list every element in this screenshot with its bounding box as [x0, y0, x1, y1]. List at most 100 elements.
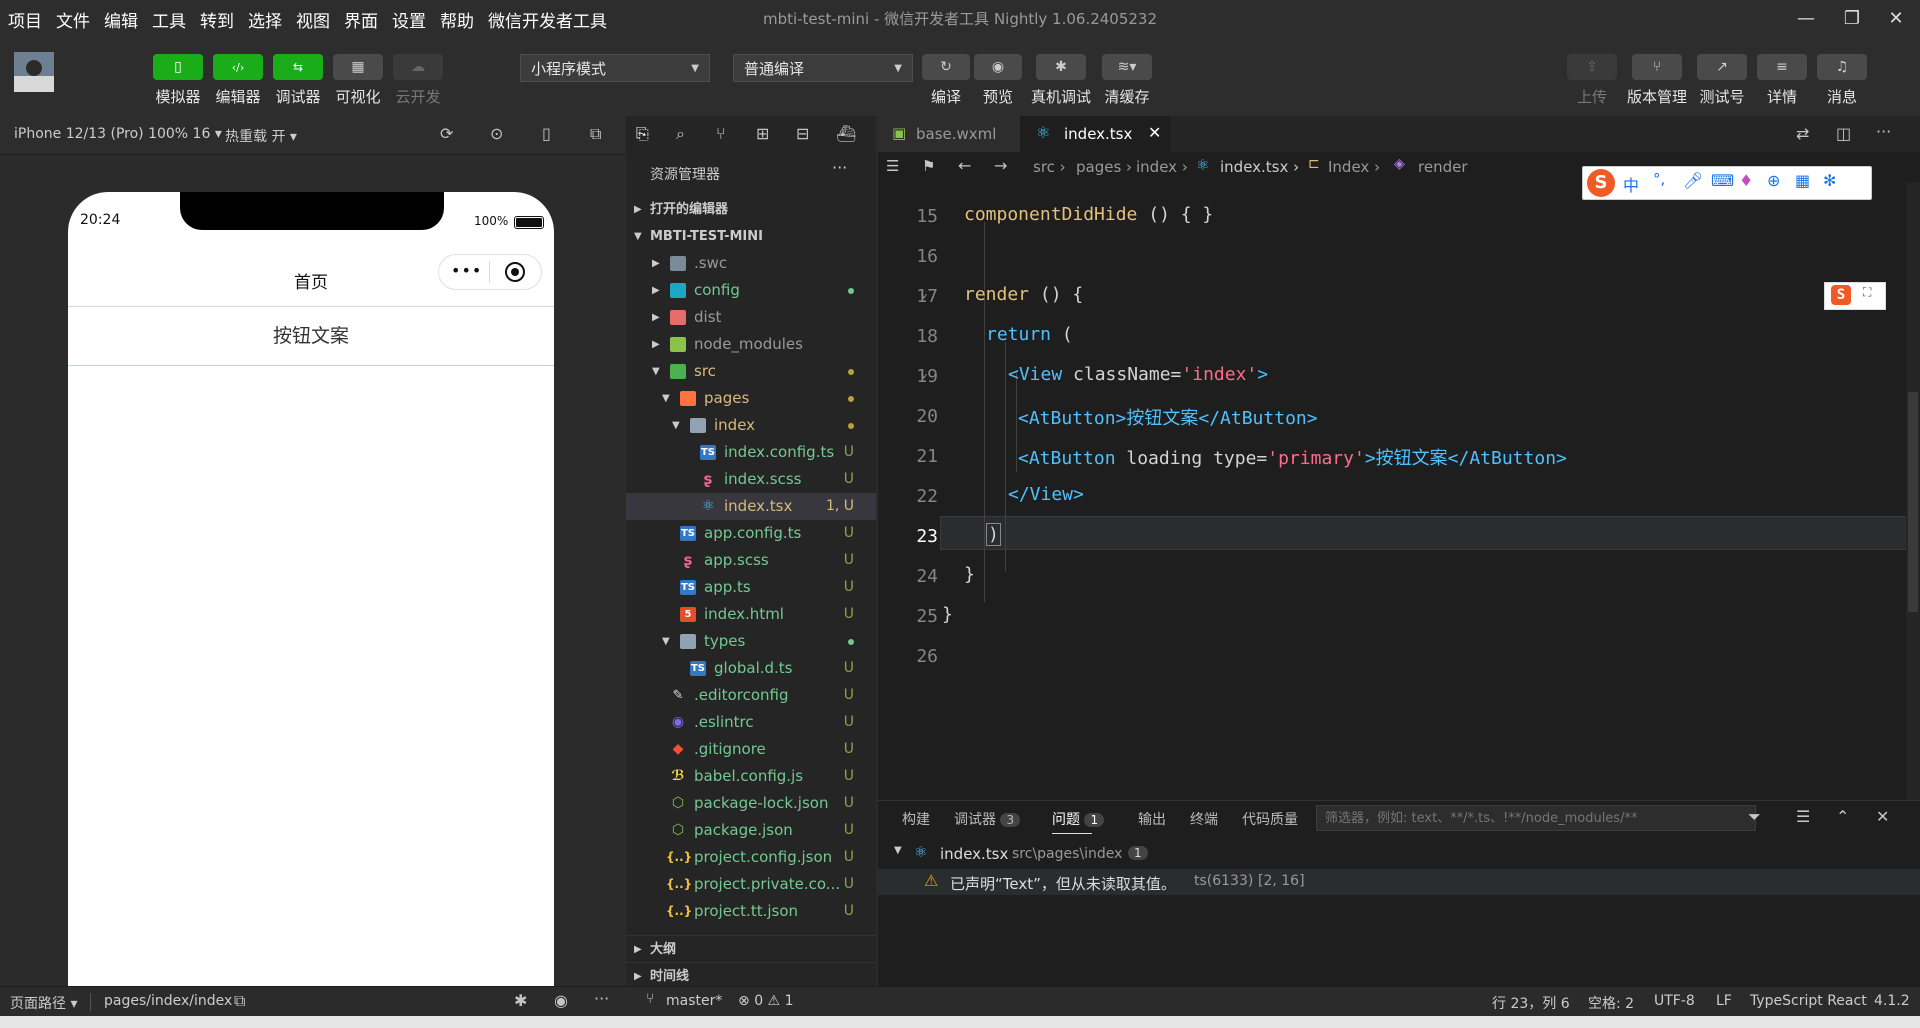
skin-icon[interactable]: ♦: [1739, 171, 1753, 190]
version-button[interactable]: ⑂: [1632, 54, 1682, 80]
tree-item-eslintrc[interactable]: ◉ .eslintrc U: [626, 709, 876, 736]
tree-item-pages[interactable]: ▼ pages: [626, 385, 876, 412]
visual-button[interactable]: ▦: [333, 54, 383, 80]
tree-item-index-folder[interactable]: ▼ index: [626, 412, 876, 439]
problem-row[interactable]: ⚠ 已声明“Text”，但从未读取其值。 ts(6133) [2, 16]: [878, 869, 1920, 895]
tree-item-index-scss[interactable]: ʂ index.scss U: [626, 466, 876, 493]
compile-select[interactable]: 普通编译 ▼: [733, 54, 913, 82]
menu-settings[interactable]: 设置: [392, 7, 426, 32]
tree-item-package-json[interactable]: ⬡ package.json U: [626, 817, 876, 844]
menu-devtools[interactable]: 微信开发者工具: [488, 7, 607, 32]
project-section[interactable]: ▼ MBTI-TEST-MINI: [626, 223, 876, 250]
tree-item-gitignore[interactable]: ◆ .gitignore U: [626, 736, 876, 763]
panel-tab-quality[interactable]: 代码质量: [1242, 809, 1298, 829]
avatar[interactable]: [14, 52, 54, 92]
copy-icon[interactable]: ⧉: [234, 991, 245, 1011]
outline-section[interactable]: ▶ 大纲: [626, 935, 876, 963]
problems-summary[interactable]: ⊗ 0 ⚠ 1: [738, 993, 793, 1009]
tree-item-config[interactable]: ▶ config: [626, 277, 876, 304]
tree-item-project-config[interactable]: {..} project.config.json U: [626, 844, 876, 871]
close-panel-icon[interactable]: ✕: [1876, 807, 1889, 826]
search-icon[interactable]: ⌕: [676, 124, 685, 144]
more-icon[interactable]: ···: [594, 989, 609, 1008]
tree-item-project-private[interactable]: {..} project.private.co... U: [626, 871, 876, 898]
test-button[interactable]: ↗: [1697, 54, 1747, 80]
capsule-menu[interactable]: •••: [438, 254, 542, 290]
menu-project[interactable]: 项目: [8, 7, 42, 32]
page-path-select[interactable]: 页面路径 ▾: [10, 993, 77, 1013]
cursor-position[interactable]: 行 23，列 6: [1492, 993, 1570, 1013]
code-editor[interactable]: 15 16 17 18 19 20 21 22 23 24 25 26 ⌄ ⌄ …: [878, 166, 1920, 800]
fold-chevron-icon[interactable]: ⌄: [920, 286, 928, 301]
tree-item-global-dts[interactable]: TS global.d.ts U: [626, 655, 876, 682]
tree-item-index-html[interactable]: 5 index.html U: [626, 601, 876, 628]
menu-tools[interactable]: 工具: [152, 7, 186, 32]
panel-tab-debugger[interactable]: 调试器 3: [954, 809, 1021, 829]
tree-item-index-config[interactable]: TS index.config.ts U: [626, 439, 876, 466]
crumb-pages[interactable]: pages ›: [1076, 158, 1132, 176]
collapse-all-icon[interactable]: ☰: [1796, 807, 1810, 826]
debugger-button[interactable]: ⇆: [273, 54, 323, 80]
filter-icon[interactable]: ⏷: [1748, 807, 1761, 827]
crumb-src[interactable]: src ›: [1033, 158, 1066, 176]
keyboard-icon[interactable]: ⌨: [1711, 171, 1734, 190]
detail-button[interactable]: ≡: [1757, 54, 1807, 80]
split-editor-icon[interactable]: ◫: [1836, 124, 1851, 143]
problem-file-row[interactable]: ▼ ⚛ index.tsx src\pages\index 1: [878, 843, 1920, 867]
more-icon[interactable]: ···: [1876, 122, 1891, 141]
language-mode[interactable]: TypeScript React: [1750, 993, 1867, 1009]
forward-icon[interactable]: →: [994, 156, 1007, 175]
preview-button[interactable]: ◉: [974, 54, 1022, 80]
settings-icon[interactable]: ✻: [1823, 171, 1836, 190]
menu-help[interactable]: 帮助: [440, 7, 474, 32]
open-editors-section[interactable]: ▶ 打开的编辑器: [626, 196, 876, 223]
hot-reload-select[interactable]: 热重载 开 ▾: [225, 126, 297, 146]
ts-version[interactable]: 4.1.2: [1874, 993, 1910, 1009]
maximize-icon[interactable]: ❐: [1832, 4, 1872, 34]
list-icon[interactable]: ☰: [886, 157, 899, 175]
menu-file[interactable]: 文件: [56, 7, 90, 32]
git-branch[interactable]: master*: [666, 993, 722, 1009]
tree-item-app-scss[interactable]: ʂ app.scss U: [626, 547, 876, 574]
back-icon[interactable]: ←: [958, 156, 971, 175]
end-of-line[interactable]: LF: [1716, 993, 1732, 1009]
minimize-icon[interactable]: —: [1786, 4, 1826, 34]
fold-chevron-icon[interactable]: ⌄: [920, 366, 928, 381]
tree-item-project-tt[interactable]: {..} project.tt.json U: [626, 898, 876, 925]
tree-item-app-config[interactable]: TS app.config.ts U: [626, 520, 876, 547]
tree-item-index-tsx[interactable]: ⚛ index.tsx 1, U: [626, 493, 876, 520]
punct-icon[interactable]: °,: [1653, 170, 1665, 188]
phone-icon[interactable]: ▯: [542, 124, 551, 143]
close-capsule-icon[interactable]: [505, 262, 525, 282]
ime-lang[interactable]: 中: [1623, 172, 1639, 196]
tree-item-types[interactable]: ▼ types: [626, 628, 876, 655]
tab-index-tsx[interactable]: ⚛ index.tsx ✕: [1020, 116, 1170, 152]
at-button[interactable]: 按钮文案: [68, 306, 554, 366]
docker-icon[interactable]: ⛴: [836, 124, 856, 143]
mic-icon[interactable]: 🎤︎: [1683, 171, 1703, 190]
tree-item-app-ts[interactable]: TS app.ts U: [626, 574, 876, 601]
eye-icon[interactable]: ◉: [554, 991, 568, 1010]
files-icon[interactable]: ⎘: [636, 124, 649, 144]
close-window-icon[interactable]: ✕: [1876, 4, 1916, 34]
crumb-class[interactable]: Index ›: [1328, 158, 1380, 176]
tab-base-wxml[interactable]: ▣ base.wxml: [878, 116, 1021, 152]
panel-tab-terminal[interactable]: 终端: [1190, 809, 1218, 829]
tree-item-dist[interactable]: ▶ dist: [626, 304, 876, 331]
panel-tab-problems[interactable]: 问题 1: [1052, 809, 1105, 829]
close-tab-icon[interactable]: ✕: [1148, 123, 1161, 142]
filter-input[interactable]: [1316, 805, 1756, 831]
detach-icon[interactable]: ⧉: [590, 124, 601, 144]
device-select[interactable]: iPhone 12/13 (Pro) 100% 16 ▾: [14, 126, 222, 142]
scrollbar-thumb[interactable]: [1908, 392, 1918, 612]
menu-interface[interactable]: 界面: [344, 7, 378, 32]
mode-select[interactable]: 小程序模式 ▼: [520, 54, 710, 82]
menu-goto[interactable]: 转到: [200, 7, 234, 32]
maximize-panel-icon[interactable]: ⌃: [1836, 807, 1849, 826]
extensions-icon[interactable]: ⊞: [756, 124, 769, 143]
simulator-button[interactable]: ▯: [153, 54, 203, 80]
tree-item-package-lock[interactable]: ⬡ package-lock.json U: [626, 790, 876, 817]
bug-icon[interactable]: ✱: [514, 991, 527, 1010]
menu-edit[interactable]: 编辑: [104, 7, 138, 32]
stop-icon[interactable]: ⊙: [490, 124, 503, 143]
